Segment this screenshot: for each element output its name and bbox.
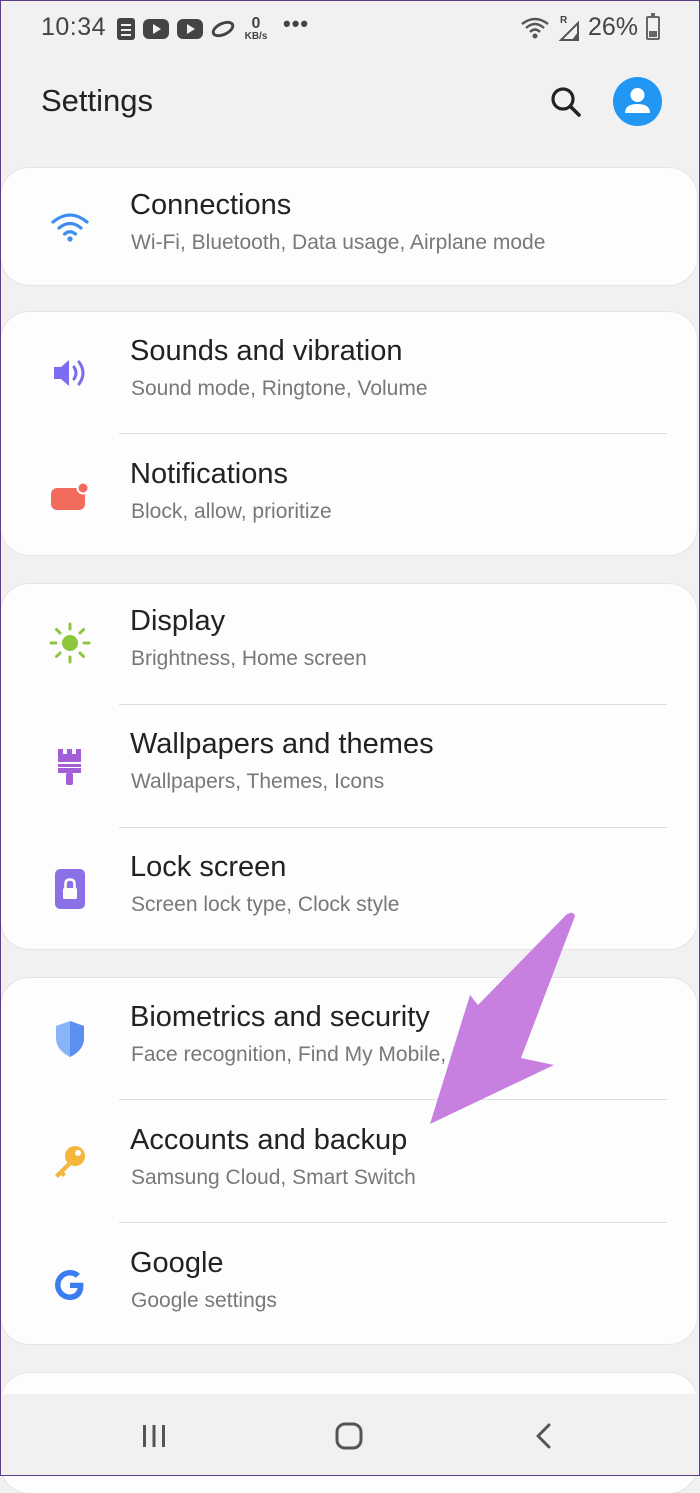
home-icon [335,1422,363,1450]
recents-button[interactable] [124,1416,184,1456]
sun-icon [47,622,93,664]
lock-icon [47,869,93,909]
item-title: Accounts and backup [130,1124,408,1156]
item-title: Connections [130,189,292,221]
more-notifications-icon: ••• [283,11,310,36]
item-subtitle: Face recognition, Find My Mobile, Privac… [131,1043,521,1066]
profile-button[interactable] [613,77,662,126]
settings-item-display[interactable]: Display Brightness, Home screen [1,581,697,704]
wifi-signal-icon [521,17,549,38]
item-subtitle: Samsung Cloud, Smart Switch [131,1166,416,1189]
youtube-icon-2 [177,19,203,39]
wifi-icon [47,207,93,247]
settings-item-connections[interactable]: Connections Wi-Fi, Bluetooth, Data usage… [1,165,697,288]
youtube-icon [143,19,169,39]
battery-icon [646,12,660,40]
settings-item-google[interactable]: Google Google settings [1,1223,697,1346]
network-speed: 0 KB/s [243,16,269,42]
item-subtitle: Wallpapers, Themes, Icons [131,770,385,793]
settings-item-biometrics-and-security[interactable]: Biometrics and security Face recognition… [1,977,697,1100]
battery-percent: 26% [587,13,638,41]
settings-item-wallpapers-and-themes[interactable]: Wallpapers and themes Wallpapers, Themes… [1,704,697,827]
notification-icon [47,476,93,516]
google-icon [47,1265,93,1305]
item-title: Display [130,605,226,637]
settings-item-sounds-and-vibration[interactable]: Sounds and vibration Sound mode, Rington… [1,311,697,434]
settings-item-notifications[interactable]: Notifications Block, allow, prioritize [1,434,697,557]
status-time: 10:34 [41,13,107,41]
network-speed-value: 0 [251,15,261,32]
person-icon [625,88,650,113]
item-title: Biometrics and security [130,1001,430,1033]
shield-icon [47,1019,93,1059]
search-icon [551,87,581,117]
network-speed-unit: KB/s [244,31,268,42]
item-title: Wallpapers and themes [130,728,434,760]
recents-icon [143,1425,165,1447]
settings-item-lock-screen[interactable]: Lock screen Screen lock type, Clock styl… [1,827,697,950]
roaming-letter: R [560,15,568,26]
page-title: Settings [41,83,154,118]
back-button[interactable] [515,1416,575,1456]
navigation-bar [0,1394,700,1476]
item-subtitle: Screen lock type, Clock style [131,893,400,916]
link-icon [209,17,237,41]
status-notification-icons: 0 KB/s ••• [117,11,309,42]
item-title: Notifications [130,458,288,490]
item-title: Google [130,1247,224,1279]
status-bar: 10:34 0 KB/s ••• R 26% [0,0,700,56]
item-subtitle: Google settings [131,1289,277,1312]
brush-icon [47,746,93,786]
search-button[interactable] [546,82,586,122]
item-subtitle: Block, allow, prioritize [131,500,332,523]
home-button[interactable] [319,1416,379,1456]
settings-group-connections: Connections Wi-Fi, Bluetooth, Data usage… [1,168,697,285]
speaker-icon [47,353,93,393]
item-title: Lock screen [130,851,287,883]
item-subtitle: Sound mode, Ringtone, Volume [131,377,428,400]
cell-signal-icon: R [558,15,579,41]
document-icon [117,18,135,40]
status-system-icons: R 26% [520,12,660,42]
settings-item-accounts-and-backup[interactable]: Accounts and backup Samsung Cloud, Smart… [1,1100,697,1223]
item-subtitle: Brightness, Home screen [131,647,367,670]
item-title: Sounds and vibration [130,335,403,367]
settings-group-sounds: Sounds and vibration Sound mode, Rington… [1,312,697,555]
back-icon [536,1423,551,1449]
settings-group-display: Display Brightness, Home screen Wallpape… [1,584,697,949]
item-subtitle: Wi-Fi, Bluetooth, Data usage, Airplane m… [131,231,546,254]
settings-group-security: Biometrics and security Face recognition… [1,978,697,1344]
key-icon [47,1142,93,1182]
